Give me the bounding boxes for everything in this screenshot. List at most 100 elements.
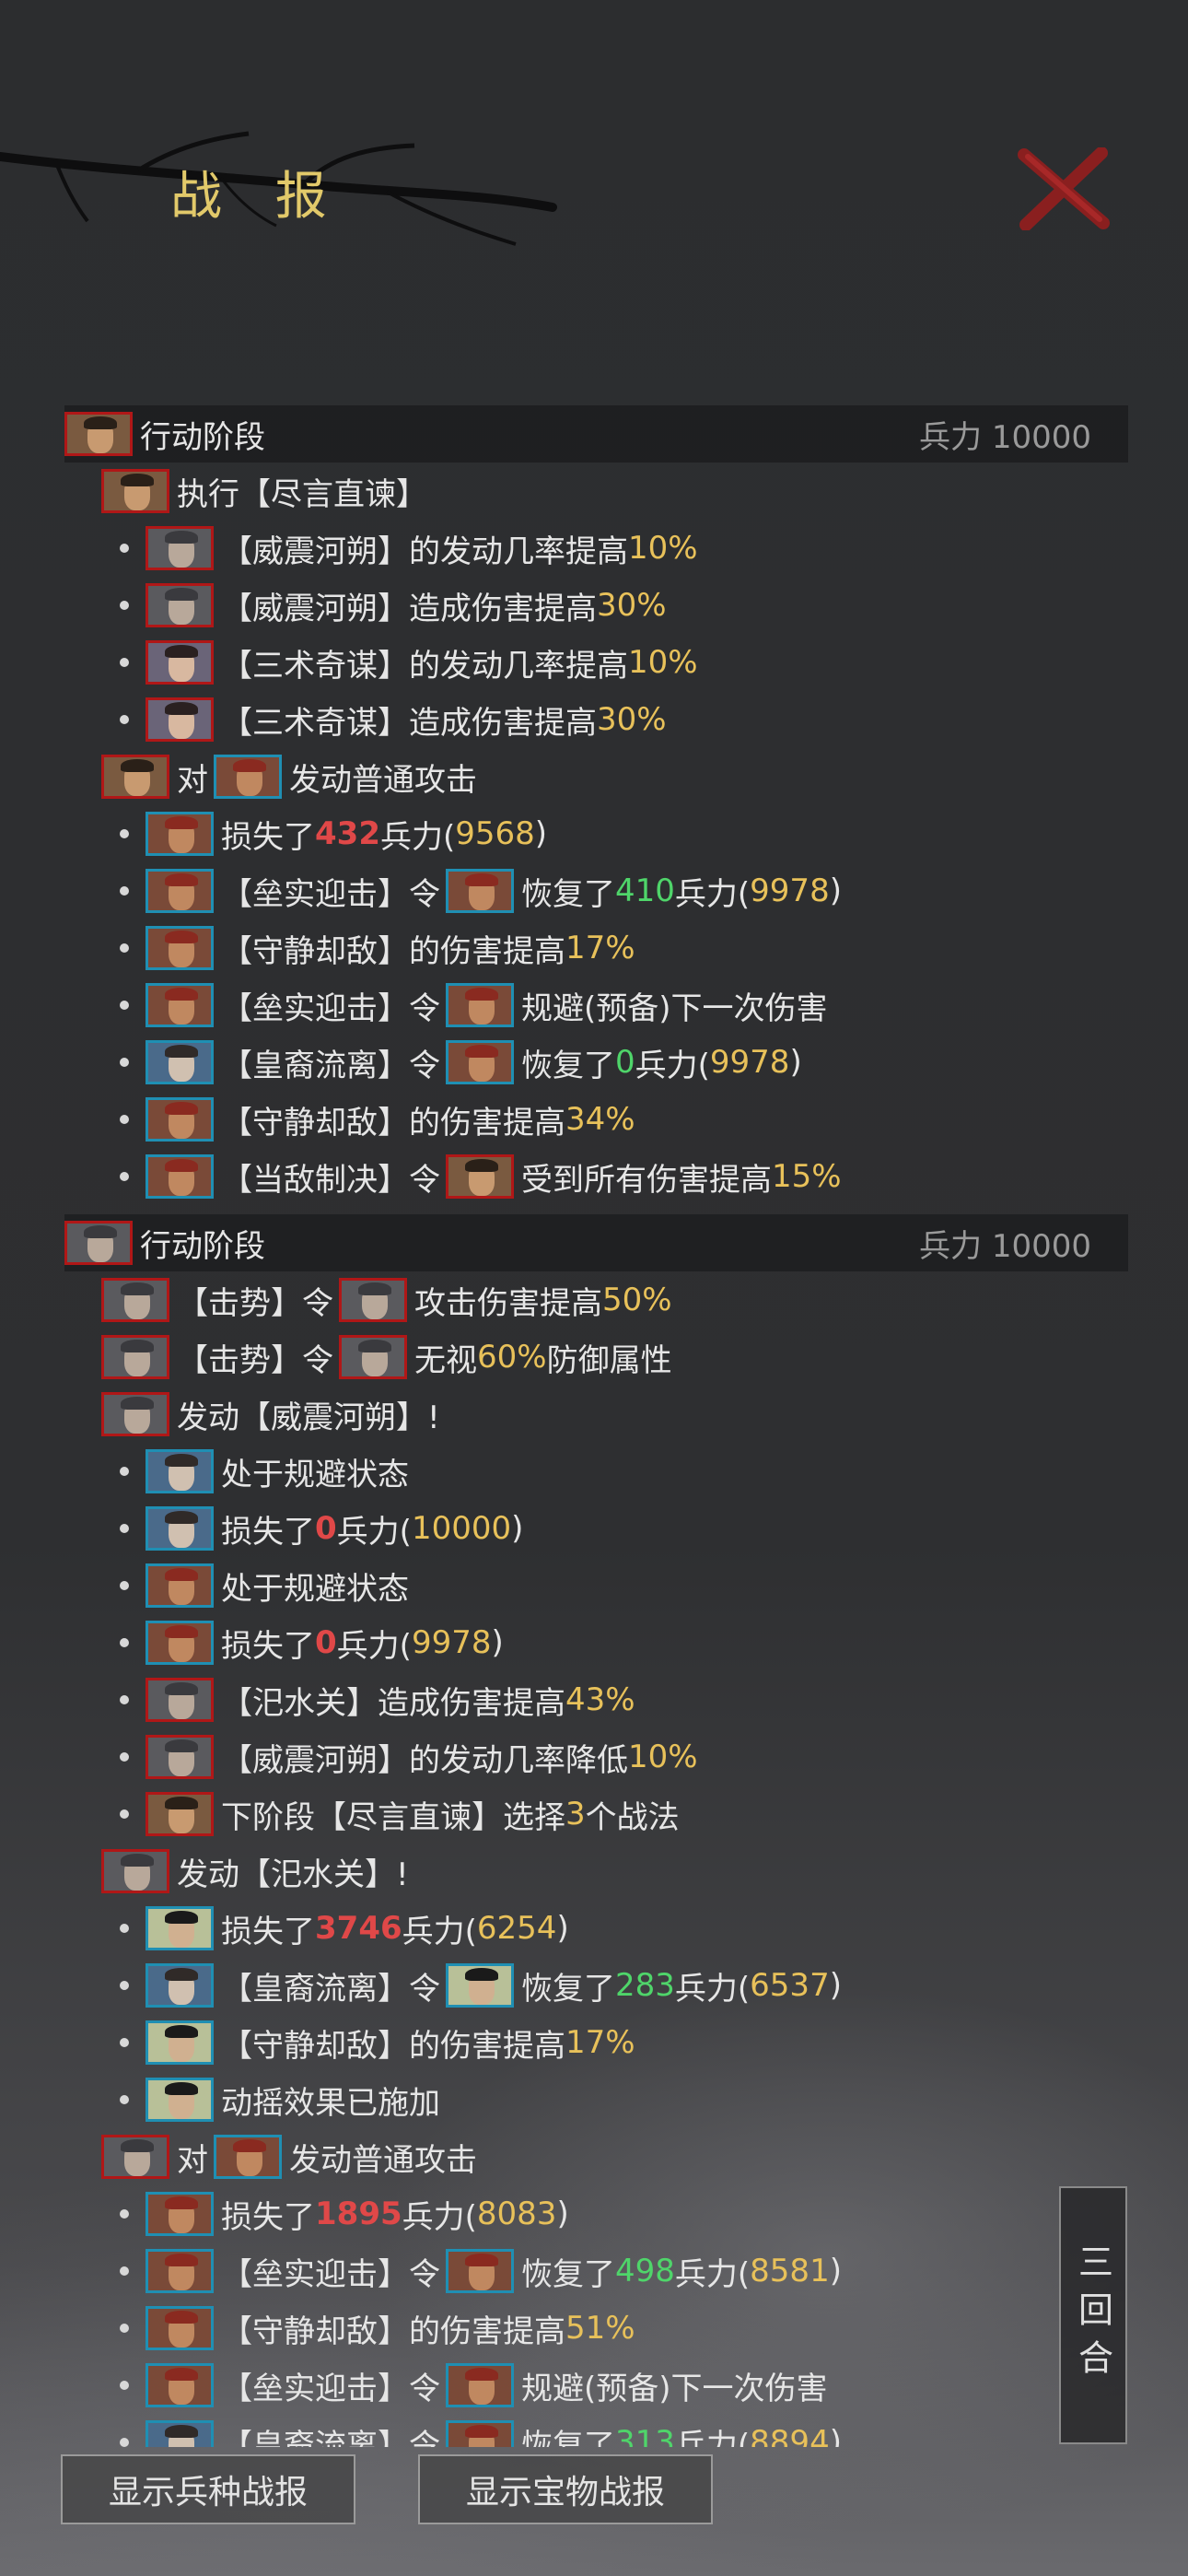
bullet-icon [120, 1752, 129, 1762]
general-avatar[interactable] [146, 2078, 214, 2122]
log-text: 对 [177, 2141, 208, 2179]
general-avatar[interactable] [146, 2249, 214, 2293]
general-avatar[interactable] [446, 1963, 514, 2008]
general-avatar[interactable] [146, 526, 214, 570]
log-action: 发动【威震河朔】! [64, 1386, 440, 1443]
general-avatar[interactable] [339, 1278, 407, 1322]
bullet-icon [120, 2209, 129, 2219]
general-avatar[interactable] [446, 2249, 514, 2293]
bullet-icon [120, 2266, 129, 2276]
log-text: 损失了 [221, 1913, 315, 1950]
general-avatar[interactable] [446, 1040, 514, 1084]
log-text: 规避(预备)下一次伤害 [521, 2370, 828, 2407]
log-text: 10% [628, 1739, 698, 1775]
general-avatar[interactable] [446, 1154, 514, 1199]
general-avatar[interactable] [146, 1906, 214, 1950]
log-item: 【守静却敌】的伤害提高 51% [64, 2300, 635, 2357]
log-text: 【威震河朔】的发动几率提高 [221, 533, 628, 570]
general-avatar[interactable] [101, 1392, 169, 1436]
general-avatar[interactable] [146, 1735, 214, 1779]
log-item: 【垒实迎击】令 恢复了 410 兵力(9978) [64, 862, 842, 919]
general-avatar[interactable] [146, 1563, 214, 1608]
general-avatar[interactable] [146, 1154, 214, 1199]
general-avatar[interactable] [146, 697, 214, 742]
log-text: ) [511, 1510, 524, 1547]
general-avatar[interactable] [146, 869, 214, 913]
log-item: 处于规避状态 [64, 1443, 409, 1500]
log-text: 执行【尽言直谏】 [177, 475, 427, 513]
general-avatar[interactable] [146, 640, 214, 685]
log-text: 【汜水关】造成伤害提高 [221, 1684, 565, 1722]
general-avatar[interactable] [146, 2192, 214, 2236]
general-avatar[interactable] [446, 983, 514, 1027]
general-avatar[interactable] [146, 2020, 214, 2065]
general-avatar[interactable] [146, 2363, 214, 2407]
log-text: 8894 [750, 2424, 830, 2447]
general-avatar[interactable] [146, 1621, 214, 1665]
phase-label: 行动阶段 [140, 418, 265, 456]
phase-label: 行动阶段 [140, 1227, 265, 1265]
log-text: 【三术奇谋】的发动几率提高 [221, 647, 628, 685]
bullet-icon [120, 829, 129, 838]
log-text: ) [556, 1910, 569, 1947]
log-text: 【皇裔流离】令 [221, 1970, 440, 2008]
bullet-icon [120, 1115, 129, 1124]
log-text: 【威震河朔】造成伤害提高 [221, 590, 597, 627]
general-avatar[interactable] [101, 1335, 169, 1379]
log-text: 30% [597, 701, 667, 738]
general-avatar[interactable] [146, 812, 214, 856]
general-avatar[interactable] [146, 1040, 214, 1084]
general-avatar[interactable] [101, 1849, 169, 1893]
general-avatar[interactable] [64, 1221, 133, 1265]
general-avatar[interactable] [214, 755, 282, 799]
log-text: 损失了 [221, 1627, 315, 1665]
log-action: 对 发动普通攻击 [64, 2128, 477, 2185]
general-avatar[interactable] [146, 2420, 214, 2447]
log-item: 处于规避状态 [64, 1557, 409, 1614]
log-text: ) [829, 1967, 842, 2004]
log-text: 9978 [709, 1044, 790, 1081]
phase-header: 行动阶段 兵力 10000 [64, 1214, 1128, 1271]
general-avatar[interactable] [146, 583, 214, 627]
log-text: 兵力( [674, 2427, 751, 2448]
general-avatar[interactable] [146, 1792, 214, 1836]
log-text: ) [829, 872, 842, 909]
log-text: 损失了 [221, 1513, 315, 1551]
general-avatar[interactable] [214, 2135, 282, 2179]
general-avatar[interactable] [446, 869, 514, 913]
general-avatar[interactable] [64, 412, 133, 456]
general-avatar[interactable] [146, 2306, 214, 2350]
show-treasure-report-button[interactable]: 显示宝物战报 [418, 2454, 713, 2524]
general-avatar[interactable] [146, 926, 214, 970]
general-avatar[interactable] [146, 1097, 214, 1142]
bullet-icon [120, 544, 129, 553]
general-avatar[interactable] [101, 2135, 169, 2179]
general-avatar[interactable] [146, 1963, 214, 2008]
round-button[interactable]: 三回合 [1059, 2186, 1127, 2444]
general-avatar[interactable] [146, 983, 214, 1027]
bullet-icon [120, 2381, 129, 2390]
bullet-icon [120, 658, 129, 667]
general-avatar[interactable] [101, 755, 169, 799]
general-avatar[interactable] [101, 1278, 169, 1322]
close-icon[interactable] [1013, 147, 1114, 230]
general-avatar[interactable] [146, 1506, 214, 1551]
log-text: 50% [602, 1282, 672, 1318]
general-avatar[interactable] [146, 1678, 214, 1722]
general-avatar[interactable] [146, 1449, 214, 1493]
log-text: 17% [565, 2024, 635, 2061]
soldier-count: 兵力 10000 [919, 1227, 1091, 1265]
log-text: 9978 [750, 872, 830, 909]
general-avatar[interactable] [446, 2420, 514, 2447]
general-avatar[interactable] [339, 1335, 407, 1379]
general-avatar[interactable] [101, 469, 169, 513]
show-troop-report-button[interactable]: 显示兵种战报 [61, 2454, 355, 2524]
log-text: 1895 [315, 2195, 402, 2232]
log-text: 个战法 [585, 1798, 680, 1836]
log-text: 无视 [414, 1341, 477, 1379]
general-avatar[interactable] [446, 2363, 514, 2407]
battle-log[interactable]: 行动阶段 兵力 10000 执行【尽言直谏】 【威震河朔】的发动几率提高 10% 【威震河… [64, 405, 1133, 2447]
log-text: ) [829, 2253, 842, 2289]
log-item: 【垒实迎击】令 规避(预备)下一次伤害 [64, 977, 828, 1034]
log-text: 对 [177, 761, 208, 799]
